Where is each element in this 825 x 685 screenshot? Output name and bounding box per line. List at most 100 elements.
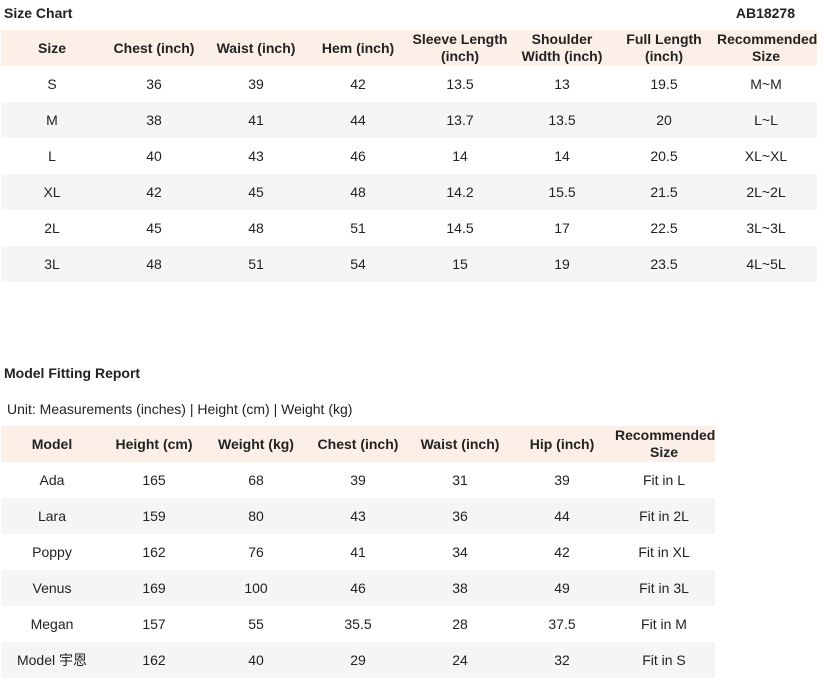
header-chest: Chest (inch) (103, 30, 205, 66)
table-cell: 19.5 (650, 76, 678, 92)
size-row: L 40 43 46 14 14 20.5 XL~XL (1, 138, 817, 174)
table-cell: 3L (1, 246, 103, 282)
table-cell: 23.5 (613, 246, 715, 282)
table-cell: Fit in XL (638, 544, 690, 560)
table-cell: 14 (452, 148, 468, 164)
table-cell: 48 (103, 246, 205, 282)
table-cell: 14 (554, 148, 570, 164)
table-cell: 42 (103, 174, 205, 210)
table-cell: 2L~2L (715, 174, 817, 210)
table-cell: 42 (554, 544, 570, 560)
table-cell: 100 (205, 570, 307, 606)
table-cell: 13 (554, 76, 570, 92)
table-cell: 41 (350, 544, 366, 560)
header-weight: Weight (kg) (205, 426, 307, 462)
header-waist: Waist (inch) (409, 426, 511, 462)
unit-note: Unit: Measurements (inches) | Height (cm… (7, 401, 353, 417)
table-cell: XL~XL (744, 148, 788, 164)
header-height: Height (cm) (103, 426, 205, 462)
table-cell: 13.7 (409, 102, 511, 138)
model-row: Lara 159 80 43 36 44 Fit in 2L (1, 498, 715, 534)
table-cell: 36 (146, 76, 162, 92)
model-row: Model 宇恩 162 40 29 24 32 Fit in S (1, 642, 715, 678)
table-cell: Fit in L (642, 472, 685, 488)
table-cell: 21.5 (613, 174, 715, 210)
table-cell: S (47, 76, 57, 92)
model-report-title: Model Fitting Report (4, 365, 141, 381)
header-recommended-size: Recommended Size (715, 30, 818, 66)
model-row: Ada 165 68 39 31 39 Fit in L (1, 462, 715, 498)
table-cell: Megan (30, 616, 74, 632)
table-cell: 157 (142, 616, 166, 632)
table-cell: 31 (452, 472, 468, 488)
table-cell: 29 (307, 642, 409, 678)
size-row: M 38 41 44 13.7 13.5 20 L~L (1, 102, 817, 138)
table-cell: 34 (452, 544, 468, 560)
model-header-row: Model Height (cm) Weight (kg) Chest (inc… (1, 426, 715, 462)
header-size: Size (1, 30, 103, 66)
table-cell: M (1, 102, 103, 138)
table-cell: 40 (146, 148, 162, 164)
header-waist: Waist (inch) (205, 30, 307, 66)
model-report-table: Model Height (cm) Weight (kg) Chest (inc… (1, 426, 715, 678)
table-cell: 41 (205, 102, 307, 138)
table-cell: XL (1, 174, 103, 210)
table-cell: 43 (307, 498, 409, 534)
table-cell: 39 (554, 472, 570, 488)
table-cell: 35.5 (344, 616, 372, 632)
header-hip: Hip (inch) (511, 426, 613, 462)
table-cell: 162 (103, 642, 205, 678)
table-cell: Fit in 3L (613, 570, 715, 606)
table-cell: 46 (350, 148, 366, 164)
size-row: 2L 45 48 51 14.5 17 22.5 3L~3L (1, 210, 817, 246)
header-hem: Hem (inch) (307, 30, 409, 66)
table-cell: 15 (409, 246, 511, 282)
table-cell: 14.5 (446, 220, 474, 236)
size-header-row: Size Chest (inch) Waist (inch) Hem (inch… (1, 30, 817, 66)
table-cell: 39 (350, 472, 366, 488)
size-row: 3L 48 51 54 15 19 23.5 4L~5L (1, 246, 817, 282)
table-cell: 42 (350, 76, 366, 92)
table-cell: Ada (39, 472, 65, 488)
table-cell: 38 (409, 570, 511, 606)
table-cell: 2L (44, 220, 60, 236)
table-cell: 28 (452, 616, 468, 632)
table-cell: 17 (554, 220, 570, 236)
header-model: Model (1, 426, 103, 462)
table-cell: Fit in S (613, 642, 715, 678)
table-cell: Fit in M (641, 616, 687, 632)
table-cell: 19 (511, 246, 613, 282)
table-cell: 3L~3L (746, 220, 786, 236)
table-cell: 20 (613, 102, 715, 138)
table-cell: 15.5 (511, 174, 613, 210)
product-code: AB18278 (735, 5, 795, 21)
table-cell: 45 (205, 174, 307, 210)
table-cell: 162 (142, 544, 166, 560)
table-cell: 46 (307, 570, 409, 606)
table-cell: 76 (248, 544, 264, 560)
model-row: Venus 169 100 46 38 49 Fit in 3L (1, 570, 715, 606)
header-full-length: Full Length (inch) (613, 30, 715, 66)
table-cell: 44 (511, 498, 613, 534)
table-cell: Venus (1, 570, 103, 606)
size-chart-title: Size Chart (4, 5, 73, 21)
table-cell: Poppy (32, 544, 72, 560)
header-shoulder-width: Shoulder Width (inch) (511, 30, 613, 66)
model-row: Megan 157 55 35.5 28 37.5 Fit in M (1, 606, 715, 642)
table-cell: Fit in 2L (613, 498, 715, 534)
table-cell: 44 (307, 102, 409, 138)
header-chest: Chest (inch) (307, 426, 409, 462)
table-cell: 4L~5L (715, 246, 817, 282)
table-cell: 40 (205, 642, 307, 678)
table-cell: 49 (511, 570, 613, 606)
table-cell: 14.2 (409, 174, 511, 210)
table-cell: 165 (142, 472, 166, 488)
header-sleeve-length: Sleeve Length (inch) (409, 30, 511, 66)
size-row: XL 42 45 48 14.2 15.5 21.5 2L~2L (1, 174, 817, 210)
table-cell: M~M (750, 76, 782, 92)
table-cell: 45 (146, 220, 162, 236)
size-row: S 36 39 42 13.5 13 19.5 M~M (1, 66, 817, 102)
table-cell: 169 (103, 570, 205, 606)
table-cell: L (48, 148, 56, 164)
table-cell: 54 (307, 246, 409, 282)
